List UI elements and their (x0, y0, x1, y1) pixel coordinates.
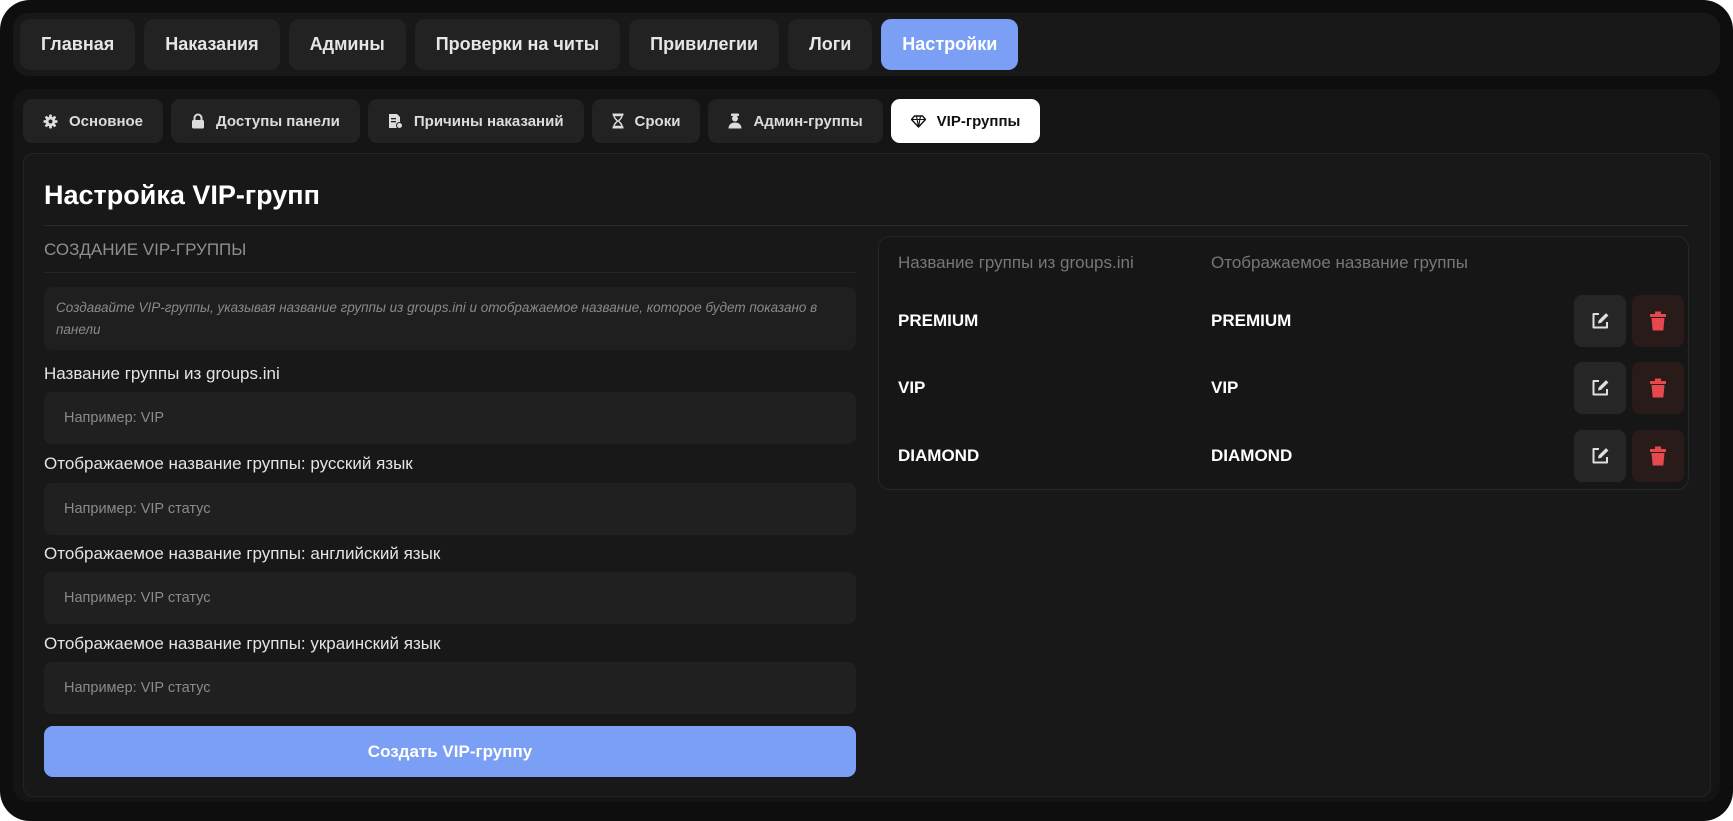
hint-box: Создавайте VIP-группы, указывая название… (44, 287, 856, 350)
display-name-uk-input[interactable] (44, 662, 856, 714)
table-row: DIAMOND DIAMOND (878, 430, 1689, 482)
top-tab-punishments[interactable]: Наказания (144, 19, 280, 70)
column-header-display: Отображаемое название группы (1211, 253, 1468, 272)
table-row: VIP VIP (878, 362, 1689, 414)
display-name-ru-label: Отображаемое название группы: русский яз… (44, 454, 413, 473)
settings-tab-punishment-reasons[interactable]: Причины наказаний (367, 99, 584, 143)
settings-tab-label: Доступы панели (216, 112, 340, 130)
group-name-cell: DIAMOND (898, 446, 980, 465)
lock-icon (191, 113, 205, 129)
settings-tab-label: VIP-группы (936, 112, 1021, 130)
settings-tab-general[interactable]: Основное (23, 99, 164, 143)
display-name-uk-label: Отображаемое название группы: украинский… (44, 634, 441, 653)
create-vip-group-button[interactable]: Создать VIP-группу (44, 726, 856, 777)
top-tab-home[interactable]: Главная (20, 19, 136, 70)
table-row: PREMIUM PREMIUM (878, 295, 1689, 347)
top-tab-logs[interactable]: Логи (788, 19, 873, 70)
diamond-icon (910, 114, 926, 128)
settings-tab-durations[interactable]: Сроки (591, 99, 701, 143)
trash-icon (1650, 378, 1666, 398)
trash-icon (1650, 446, 1666, 466)
display-name-cell: PREMIUM (1211, 311, 1292, 330)
settings-tab-admin-groups[interactable]: Админ-группы (708, 99, 883, 143)
trash-icon (1650, 311, 1666, 331)
settings-tab-label: Причины наказаний (413, 112, 564, 130)
settings-tab-label: Админ-группы (753, 112, 863, 130)
page-title: Настройка VIP-групп (44, 180, 320, 210)
column-header-group: Название группы из groups.ini (898, 253, 1134, 272)
top-nav: Главная Наказания Админы Проверки на чит… (20, 19, 1019, 70)
group-name-cell: VIP (898, 378, 926, 397)
divider (44, 225, 1688, 226)
settings-tab-label: Основное (69, 112, 144, 130)
settings-tab-panel-access[interactable]: Доступы панели (171, 99, 360, 143)
top-tab-privileges[interactable]: Привилегии (629, 19, 780, 70)
section-caption: СОЗДАНИЕ VIP-ГРУППЫ (44, 240, 247, 259)
top-tab-settings[interactable]: Настройки (881, 19, 1019, 70)
gear-icon (43, 113, 58, 129)
admin-user-icon (728, 113, 742, 129)
settings-tab-vip-groups[interactable]: VIP-группы (890, 99, 1041, 143)
edit-icon (1592, 313, 1609, 329)
display-name-ru-input[interactable] (44, 483, 856, 535)
display-name-en-input[interactable] (44, 572, 856, 624)
settings-tab-label: Сроки (634, 112, 681, 130)
group-name-input[interactable] (44, 392, 856, 444)
settings-tabs: Основное Доступы панели Причины наказани… (23, 99, 1041, 143)
edit-icon (1592, 448, 1609, 464)
group-name-cell: PREMIUM (898, 311, 979, 330)
display-name-en-label: Отображаемое название группы: английский… (44, 544, 441, 563)
top-tab-admins[interactable]: Админы (288, 19, 406, 70)
display-name-cell: VIP (1211, 378, 1239, 397)
top-tab-cheat-checks[interactable]: Проверки на читы (414, 19, 621, 70)
edit-button[interactable] (1574, 362, 1626, 414)
divider (44, 272, 856, 273)
display-name-cell: DIAMOND (1211, 446, 1293, 465)
document-icon (388, 113, 403, 129)
delete-button[interactable] (1632, 362, 1684, 414)
edit-button[interactable] (1574, 295, 1626, 347)
delete-button[interactable] (1632, 430, 1684, 482)
group-name-label: Название группы из groups.ini (44, 364, 280, 383)
edit-button[interactable] (1574, 430, 1626, 482)
delete-button[interactable] (1632, 295, 1684, 347)
hourglass-icon (612, 113, 624, 129)
edit-icon (1592, 380, 1609, 396)
